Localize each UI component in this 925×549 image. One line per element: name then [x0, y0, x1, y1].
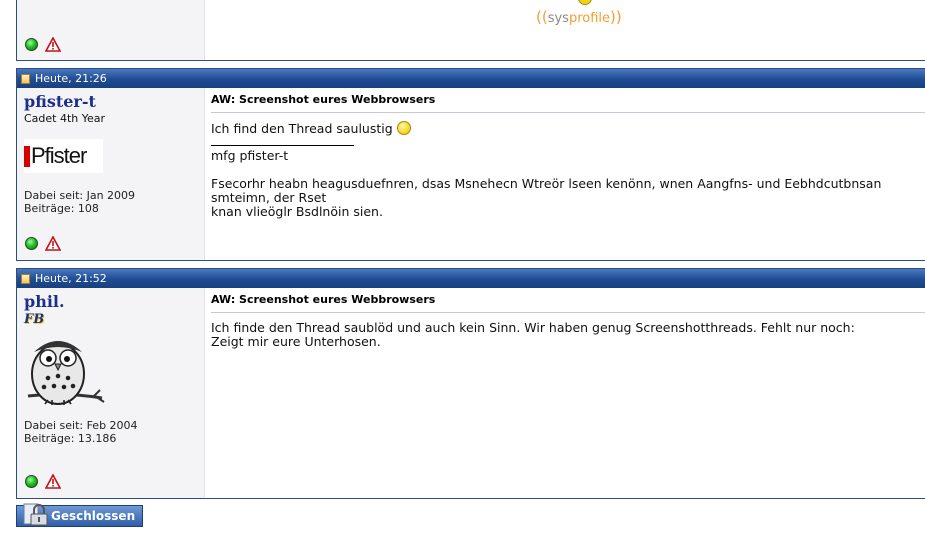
previous-post: ((sysprofile))	[16, 0, 925, 61]
join-date: Dabei seit: Feb 2004	[24, 419, 138, 432]
lock-icon	[23, 503, 48, 526]
post-count: Beiträge: 13.186	[24, 432, 117, 445]
username[interactable]: phil.	[24, 293, 204, 311]
post-title: AW: Screenshot eures Webbrowsers	[211, 293, 925, 313]
signature-line: knan vlieöglr Bsdlnöin sien.	[211, 204, 383, 219]
message-line: Ich finde den Thread saublöd und auch ke…	[211, 320, 855, 335]
badge-text: FB	[24, 312, 45, 327]
signature-divider	[211, 145, 354, 146]
forum-post: Heute, 21:26 pfister-t Cadet 4th Year Pf…	[16, 68, 925, 261]
signature-line: mfg pfister-t	[211, 148, 289, 163]
avatar: Pfister	[24, 139, 103, 173]
post-date: Heute, 21:26	[35, 72, 107, 85]
join-date: Dabei seit: Jan 2009	[24, 189, 136, 202]
message-column: AW: Screenshot eures Webbrowsers Ich fin…	[205, 88, 925, 260]
post-header: Heute, 21:26	[17, 69, 925, 88]
post-icon	[21, 73, 30, 84]
smiley-icon	[396, 121, 411, 135]
smiley-icon	[578, 0, 592, 5]
online-status-icon	[25, 237, 38, 250]
online-status-icon	[25, 38, 38, 51]
user-column: phil. FB Dabei seit: Feb 2004 Beiträge: …	[17, 288, 205, 498]
previous-post-message: ((sysprofile))	[205, 0, 925, 60]
avatar-logo-text: Pfister	[31, 143, 87, 168]
report-post-icon[interactable]	[45, 37, 61, 52]
post-message: Ich find den Thread saulustig	[211, 121, 925, 136]
report-post-icon[interactable]	[45, 236, 61, 251]
online-status-icon	[25, 475, 38, 488]
user-column: pfister-t Cadet 4th Year Pfister Dabei s…	[17, 88, 205, 260]
avatar-red-bar	[24, 145, 30, 167]
closed-label: Geschlossen	[51, 509, 136, 523]
owl-avatar	[27, 341, 105, 405]
post-title: AW: Screenshot eures Webbrowsers	[211, 93, 925, 113]
signature: mfg pfister-t Fsecorhr heabn heagusduefn…	[211, 149, 925, 219]
closed-thread-button[interactable]: Geschlossen	[16, 503, 143, 527]
user-title: Cadet 4th Year	[24, 112, 106, 125]
post-icon	[21, 273, 30, 284]
message-text: Ich find den Thread saulustig	[211, 121, 393, 136]
sysprofile-signature: ((sysprofile))	[536, 8, 622, 26]
post-header: Heute, 21:52	[17, 269, 925, 288]
forum-post: Heute, 21:52 phil. FB Dabei seit: Feb 20…	[16, 268, 925, 499]
post-date: Heute, 21:52	[35, 272, 107, 285]
username[interactable]: pfister-t	[24, 93, 204, 111]
post-count: Beiträge: 108	[24, 202, 99, 215]
message-line: Zeigt mir eure Unterhosen.	[211, 334, 381, 349]
post-message: Ich finde den Thread saublöd und auch ke…	[211, 321, 925, 349]
message-column: AW: Screenshot eures Webbrowsers Ich fin…	[205, 288, 925, 498]
previous-post-user-column	[17, 0, 205, 60]
badge-icon: FB	[24, 312, 46, 328]
signature-line: Fsecorhr heabn heagusduefnren, dsas Msne…	[211, 176, 882, 205]
report-post-icon[interactable]	[45, 474, 61, 489]
